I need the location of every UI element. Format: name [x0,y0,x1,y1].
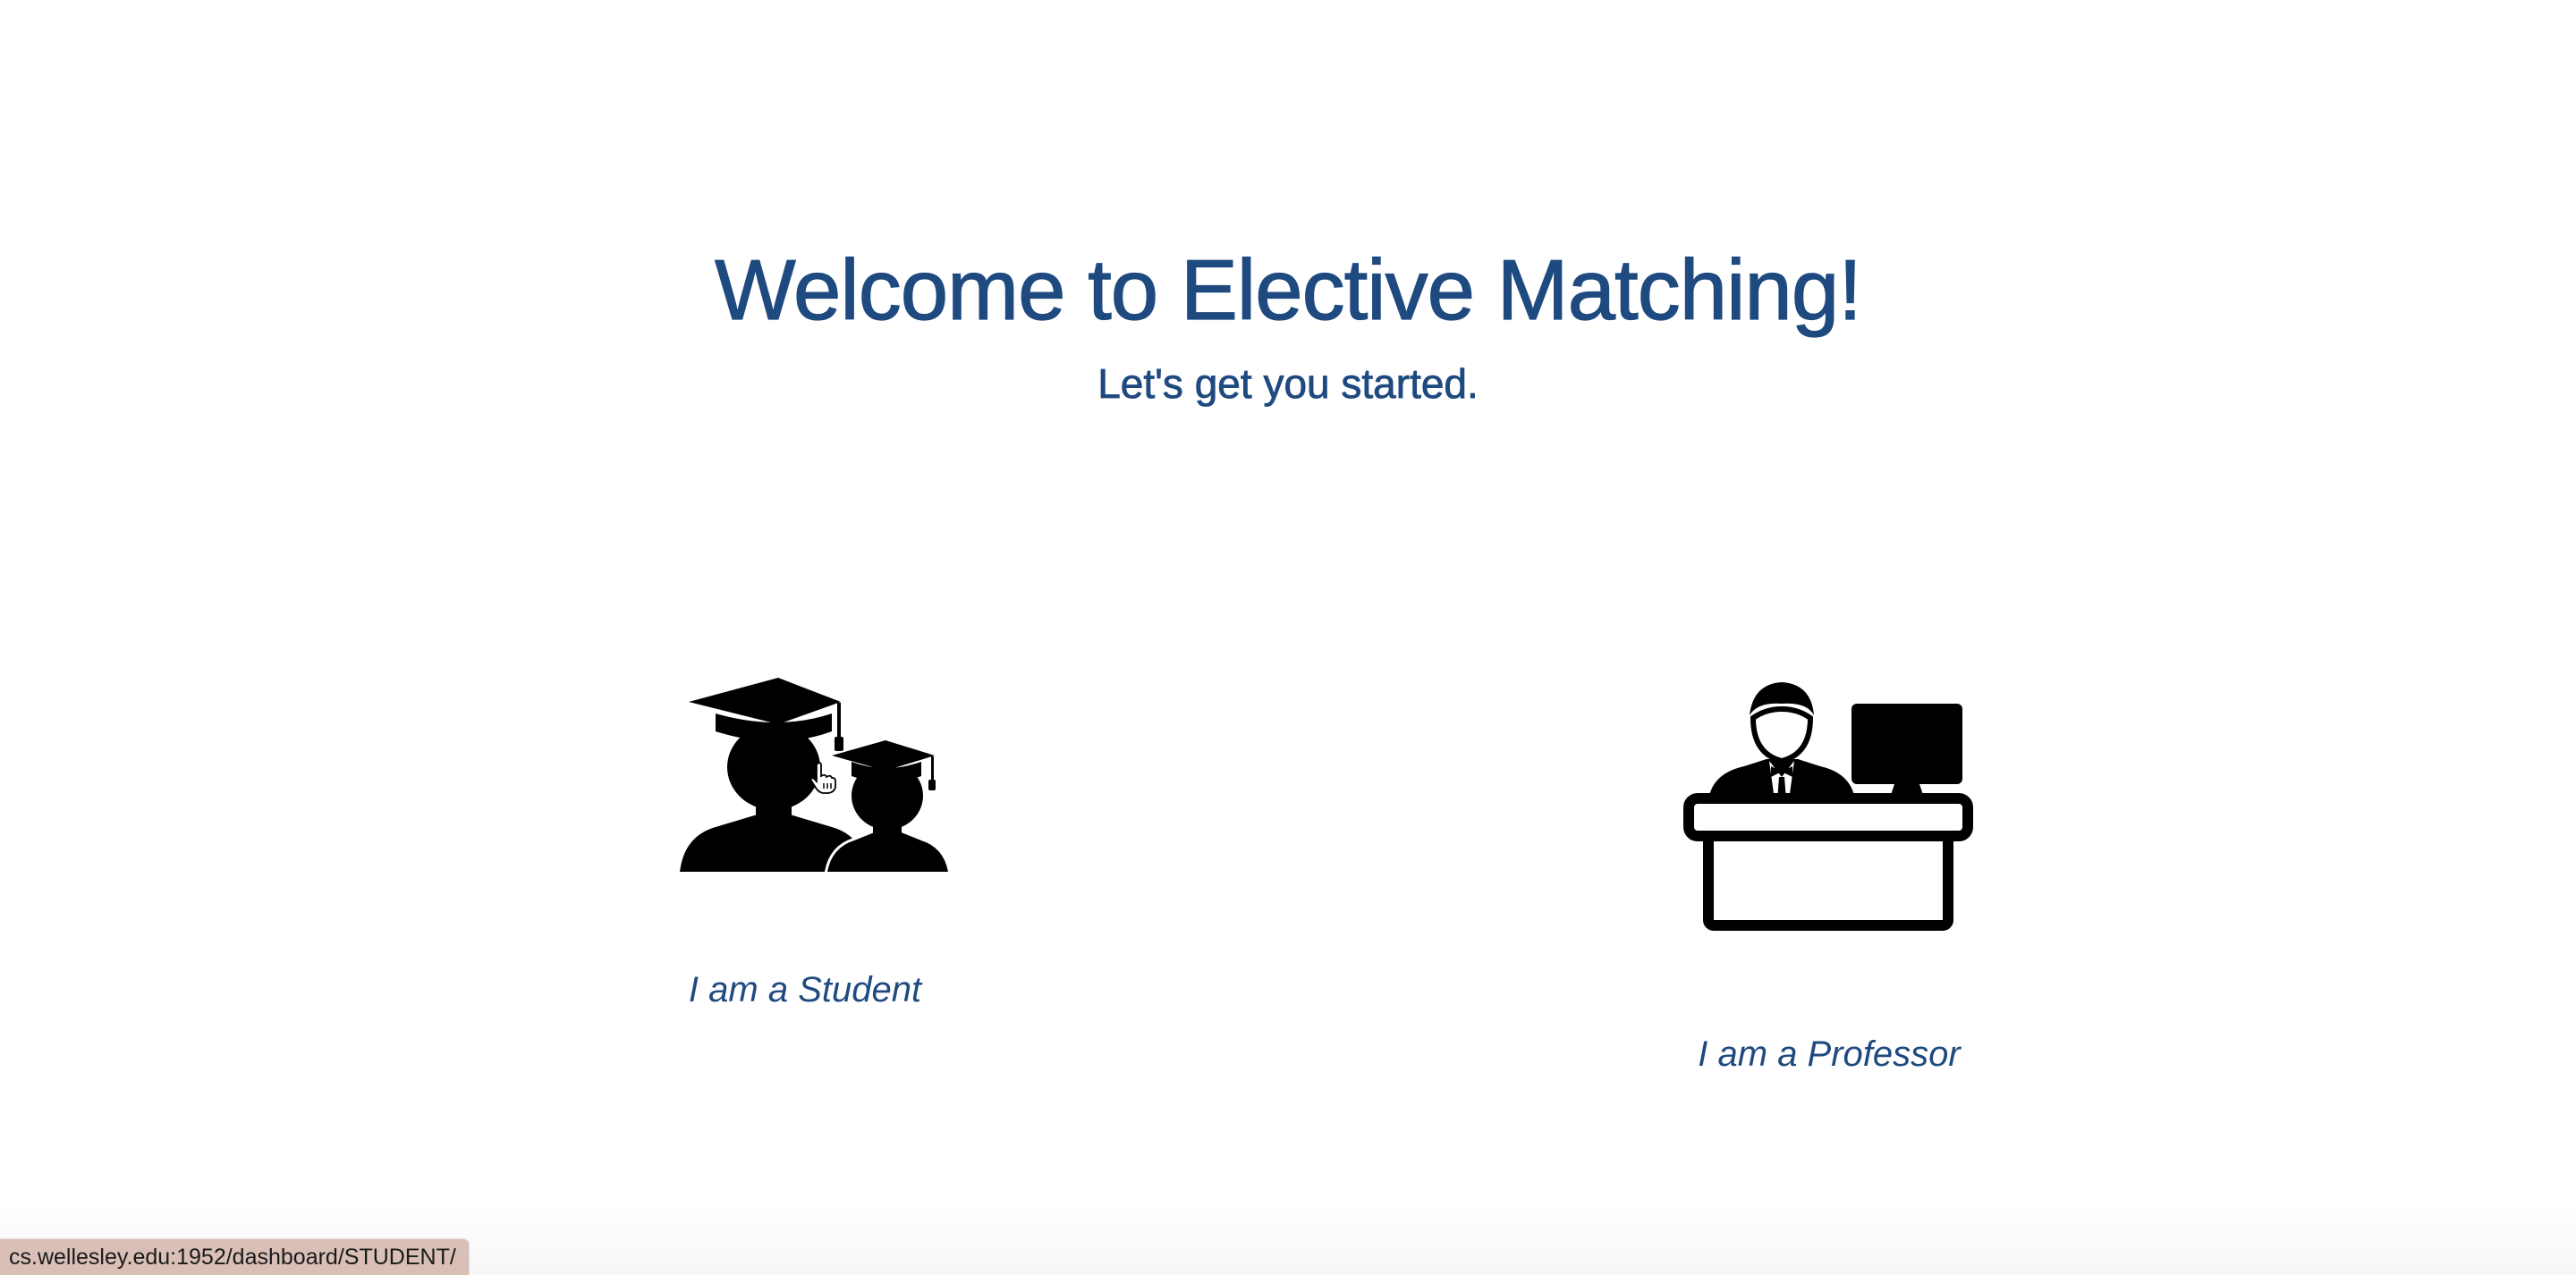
page-title: Welcome to Elective Matching! [715,241,1863,338]
student-role-link[interactable]: I am a Student [644,662,966,1019]
student-label[interactable]: I am a Student [644,970,966,1010]
page: Welcome to Elective Matching! Let's get … [0,0,2576,1275]
professor-desk-icon[interactable] [1682,666,1977,943]
hand-cursor-icon [809,762,836,794]
professor-role-link[interactable]: I am a Professor [1673,666,1986,1086]
professor-label[interactable]: I am a Professor [1673,1034,1986,1075]
page-subtitle: Let's get you started. [1097,360,1479,408]
status-bar-url: cs.wellesley.edu:1952/dashboard/STUDENT/ [0,1239,469,1275]
